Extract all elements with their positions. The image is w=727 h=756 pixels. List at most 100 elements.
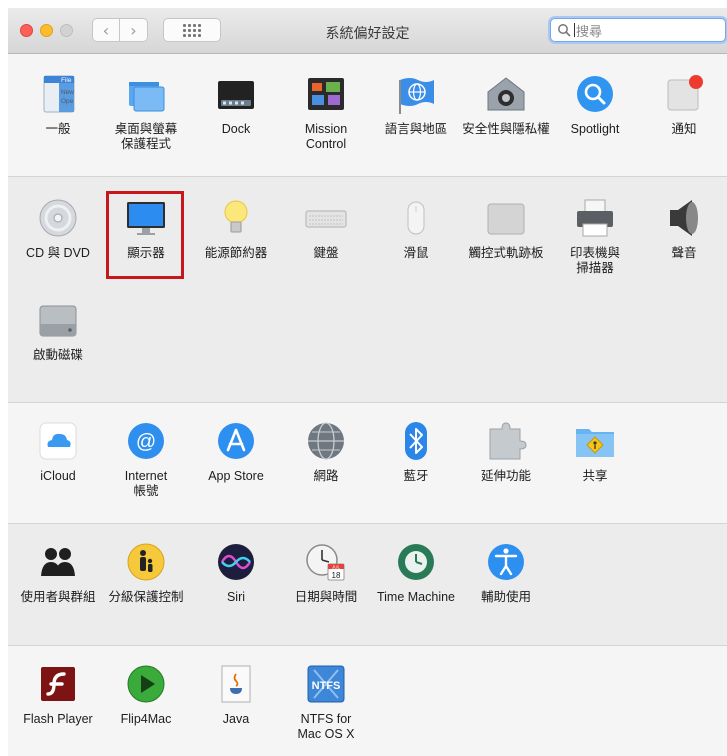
svg-text:Ope: Ope — [61, 98, 74, 105]
pane-general[interactable]: File New Ope 一般 — [13, 72, 103, 137]
accessibility-icon — [488, 544, 524, 580]
pane-label: 分級保護控制 — [108, 590, 184, 604]
pane-printers-scanners[interactable]: 印表機與 掃描器 — [550, 196, 640, 276]
mission-control-icon — [308, 78, 344, 110]
pane-date-time[interactable]: JUL 18 日期與時間 — [281, 540, 371, 605]
pane-flash-player[interactable]: Flash Player — [13, 662, 103, 727]
pane-label: Internet 帳號 — [124, 469, 168, 498]
pane-parental-controls[interactable]: 分級保護控制 — [101, 540, 191, 605]
pane-keyboard[interactable]: 鍵盤 — [281, 196, 371, 261]
pane-sharing[interactable]: 共享 — [550, 419, 640, 484]
sound-icon — [670, 200, 698, 236]
users-groups-icon — [41, 548, 75, 576]
cd-dvd-icon — [39, 199, 77, 237]
pane-security-privacy[interactable]: 安全性與隱私權 — [461, 72, 551, 137]
pane-siri[interactable]: Siri — [191, 540, 281, 605]
pane-label: 能源節約器 — [204, 246, 268, 260]
search-icon — [558, 24, 571, 37]
pane-label: 聲音 — [671, 246, 697, 260]
siri-icon — [218, 544, 254, 580]
pane-notifications[interactable]: 通知 — [639, 72, 727, 137]
pane-label: 共享 — [582, 469, 608, 483]
general-icon: File New Ope — [43, 75, 75, 113]
pane-energy-saver[interactable]: 能源節約器 — [191, 196, 281, 261]
pane-network[interactable]: 網路 — [281, 419, 371, 484]
pane-label: Time Machine — [376, 590, 456, 604]
pane-startup-disk[interactable]: 啟動磁碟 — [13, 298, 103, 363]
energy-saver-icon — [224, 200, 248, 233]
extensions-icon — [489, 422, 527, 460]
pane-mouse[interactable]: 滑鼠 — [371, 196, 461, 261]
flash-player-icon — [41, 667, 75, 701]
pane-label: CD 與 DVD — [26, 246, 90, 260]
pane-label: 使用者與群組 — [20, 590, 96, 604]
search-field[interactable]: 搜尋 — [550, 18, 726, 42]
pane-label: Flip4Mac — [120, 712, 172, 726]
pane-label: Dock — [221, 122, 251, 136]
pane-app-store[interactable]: App Store — [191, 419, 281, 484]
flip4mac-icon — [127, 665, 165, 703]
dock-icon — [218, 81, 254, 109]
pane-label: 一般 — [45, 122, 71, 136]
pane-ntfs[interactable]: NTFS NTFS for Mac OS X — [281, 662, 371, 742]
pane-flip4mac[interactable]: Flip4Mac — [101, 662, 191, 727]
pane-label: NTFS for Mac OS X — [297, 712, 355, 741]
pane-label: Spotlight — [570, 122, 620, 136]
pane-mission-control[interactable]: Mission Control — [281, 72, 371, 152]
pane-label: 滑鼠 — [403, 246, 429, 260]
mouse-icon — [407, 201, 425, 235]
pane-dock[interactable]: Dock — [191, 72, 281, 137]
pane-sound[interactable]: 聲音 — [639, 196, 727, 261]
pane-extensions[interactable]: 延伸功能 — [461, 419, 551, 484]
pane-label: 通知 — [671, 122, 697, 136]
desktop-screensaver-icon — [129, 82, 165, 112]
pane-spotlight[interactable]: Spotlight — [550, 72, 640, 137]
pane-bluetooth[interactable]: 藍牙 — [371, 419, 461, 484]
pane-label: 鍵盤 — [313, 246, 339, 260]
svg-text:18: 18 — [332, 571, 341, 580]
pane-users-groups[interactable]: 使用者與群組 — [13, 540, 103, 605]
pane-label: 網路 — [313, 469, 339, 483]
time-machine-icon — [398, 544, 434, 580]
pane-label: 桌面與螢幕 保護程式 — [114, 122, 178, 151]
pane-time-machine[interactable]: Time Machine — [371, 540, 461, 605]
pane-label: Flash Player — [23, 712, 93, 726]
app-store-icon — [218, 423, 254, 459]
pane-label: 啟動磁碟 — [32, 348, 83, 362]
pane-label: Java — [222, 712, 250, 726]
system-preferences-window: ‹ › 系統偏好設定 搜尋 File New Ope 一般 桌面與螢幕 保護程式… — [8, 8, 727, 756]
parental-controls-icon — [127, 543, 165, 581]
pane-trackpad[interactable]: 觸控式軌跡板 — [461, 196, 551, 261]
internet-accounts-icon: @ — [128, 423, 164, 459]
pane-icloud[interactable]: iCloud — [13, 419, 103, 484]
date-time-icon: JUL 18 — [306, 544, 345, 581]
svg-text:NTFS: NTFS — [312, 680, 341, 692]
pane-language-region[interactable]: 語言與地區 — [371, 72, 461, 137]
search-input-text: 搜尋 — [576, 23, 603, 39]
pane-label: 安全性與隱私權 — [462, 122, 550, 136]
pane-label: 語言與地區 — [384, 122, 448, 136]
pane-label: 觸控式軌跡板 — [468, 246, 544, 260]
trackpad-icon — [487, 203, 525, 235]
pane-desktop-screensaver[interactable]: 桌面與螢幕 保護程式 — [101, 72, 191, 152]
keyboard-icon — [305, 210, 347, 228]
network-icon — [308, 422, 344, 460]
pane-label: 延伸功能 — [480, 469, 531, 483]
pane-label: 日期與時間 — [294, 590, 358, 604]
pane-label: iCloud — [40, 469, 76, 483]
pane-internet-accounts[interactable]: @ Internet 帳號 — [101, 419, 191, 499]
pane-label: 印表機與 掃描器 — [569, 246, 620, 275]
sharing-icon — [576, 429, 614, 457]
language-region-icon — [399, 78, 434, 114]
icloud-icon — [39, 422, 77, 460]
pane-label: App Store — [208, 469, 264, 483]
displays-highlight-box — [106, 191, 184, 279]
svg-text:File: File — [61, 77, 72, 84]
pane-java[interactable]: Java — [191, 662, 281, 727]
pane-label: Siri — [226, 590, 246, 604]
pane-accessibility[interactable]: 輔助使用 — [461, 540, 551, 605]
bluetooth-icon — [405, 422, 427, 460]
svg-text:@: @ — [136, 431, 156, 453]
pane-cd-dvd[interactable]: CD 與 DVD — [13, 196, 103, 261]
startup-disk-icon — [39, 305, 77, 337]
